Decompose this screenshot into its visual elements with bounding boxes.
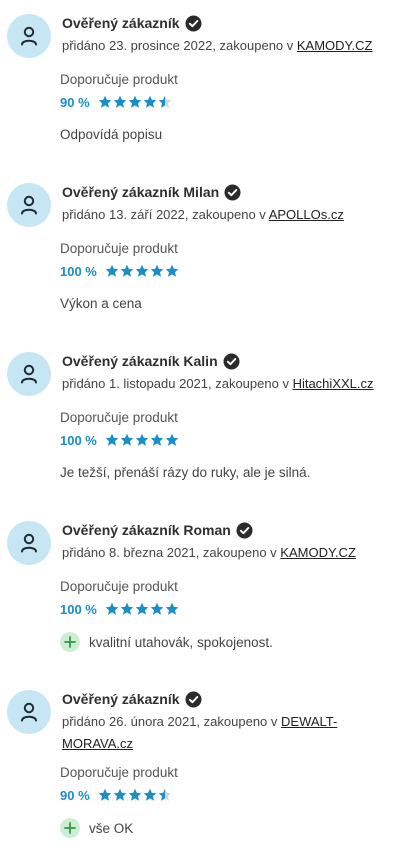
rating-percent: 100 % [60,432,97,448]
reviewer-name: Ověřený zákazník [62,15,180,31]
plus-icon [60,632,80,652]
star-icon [150,433,164,446]
star-icon [143,788,156,801]
review-pro: vše OK [60,818,133,838]
recommend-label: Doporučuje produkt [60,579,178,594]
star-icon [120,264,134,277]
star-icon [165,433,179,446]
reviewer-name: Ověřený zákazník Milan [62,184,220,200]
rating-stars [105,433,180,447]
star-icon [98,95,111,108]
review-meta: přidáno 8. března 2021, zakoupeno v KAMO… [62,542,394,564]
star-icon [98,788,111,801]
star-icon [135,433,149,446]
user-icon [21,364,37,384]
rating-stars [105,264,180,278]
shop-link[interactable]: KAMODY.CZ [297,38,373,53]
rating-row: 90 % [60,787,173,803]
avatar [7,352,51,396]
review-meta: přidáno 23. prosince 2022, zakoupeno v K… [62,35,394,57]
recommend-label: Doporučuje produkt [60,410,178,425]
rating-percent: 90 % [60,94,90,110]
reviewer-name-row: Ověřený zákazník Roman [62,521,253,539]
star-icon [158,788,171,801]
rating-row: 90 % [60,94,173,110]
reviewer-name: Ověřený zákazník Roman [62,522,231,538]
shop-link[interactable]: HitachiXXL.cz [293,376,374,391]
star-icon [165,602,179,615]
rating-stars [105,602,180,616]
recommend-label: Doporučuje produkt [60,241,178,256]
star-icon [105,602,119,615]
star-icon [150,264,164,277]
shop-link[interactable]: APOLLOs.cz [269,207,344,222]
star-icon [143,95,156,108]
user-icon [21,26,37,46]
avatar [7,690,51,734]
plus-icon [60,818,80,838]
star-icon [158,95,171,108]
rating-percent: 100 % [60,601,97,617]
star-icon [128,788,141,801]
review-date: přidáno 26. února 2021, zakoupeno v [62,714,282,729]
recommend-label: Doporučuje produkt [60,72,178,87]
review-date: přidáno 23. prosince 2022, zakoupeno v [62,38,297,53]
pro-text: kvalitní utahovák, spokojenost. [89,634,273,650]
rating-stars [98,788,173,802]
star-icon [165,264,179,277]
reviewer-name: Ověřený zákazník Kalin [62,353,218,369]
star-icon [113,95,126,108]
review-date: přidáno 13. září 2022, zakoupeno v [62,207,269,222]
star-icon [135,264,149,277]
check-badge-icon [223,353,240,370]
reviewer-name-row: Ověřený zákazník Milan [62,183,241,201]
avatar [7,183,51,227]
star-icon [120,433,134,446]
reviewer-name-row: Ověřený zákazník [62,14,202,32]
rating-percent: 90 % [60,787,90,803]
review-pro: kvalitní utahovák, spokojenost. [60,632,273,652]
star-icon [150,602,164,615]
shop-link[interactable]: KAMODY.CZ [280,545,356,560]
reviewer-name: Ověřený zákazník [62,691,180,707]
review-meta: přidáno 1. listopadu 2021, zakoupeno v H… [62,373,394,395]
rating-percent: 100 % [60,263,97,279]
review-meta: přidáno 26. února 2021, zakoupeno v DEWA… [62,711,394,755]
reviewer-name-row: Ověřený zákazník [62,690,202,708]
rating-row: 100 % [60,432,180,448]
review-comment: Výkon a cena [60,296,142,311]
user-icon [21,533,37,553]
star-icon [128,95,141,108]
check-badge-icon [185,15,202,32]
star-icon [113,788,126,801]
review-date: přidáno 8. března 2021, zakoupeno v [62,545,281,560]
review-meta: přidáno 13. září 2022, zakoupeno v APOLL… [62,204,394,226]
review-date: přidáno 1. listopadu 2021, zakoupeno v [62,376,293,391]
star-icon [120,602,134,615]
reviewer-name-row: Ověřený zákazník Kalin [62,352,240,370]
user-icon [21,702,37,722]
rating-stars [98,95,173,109]
star-icon [135,602,149,615]
avatar [7,14,51,58]
rating-row: 100 % [60,601,180,617]
review-comment: Je težší, přenáší rázy do ruky, ale je s… [60,465,311,480]
recommend-label: Doporučuje produkt [60,765,178,780]
check-badge-icon [185,691,202,708]
star-icon [105,264,119,277]
review-comment: Odpovídá popisu [60,127,163,142]
star-icon [105,433,119,446]
rating-row: 100 % [60,263,180,279]
user-icon [21,195,37,215]
check-badge-icon [236,522,253,539]
avatar [7,521,51,565]
check-badge-icon [224,184,241,201]
pro-text: vše OK [89,820,134,836]
